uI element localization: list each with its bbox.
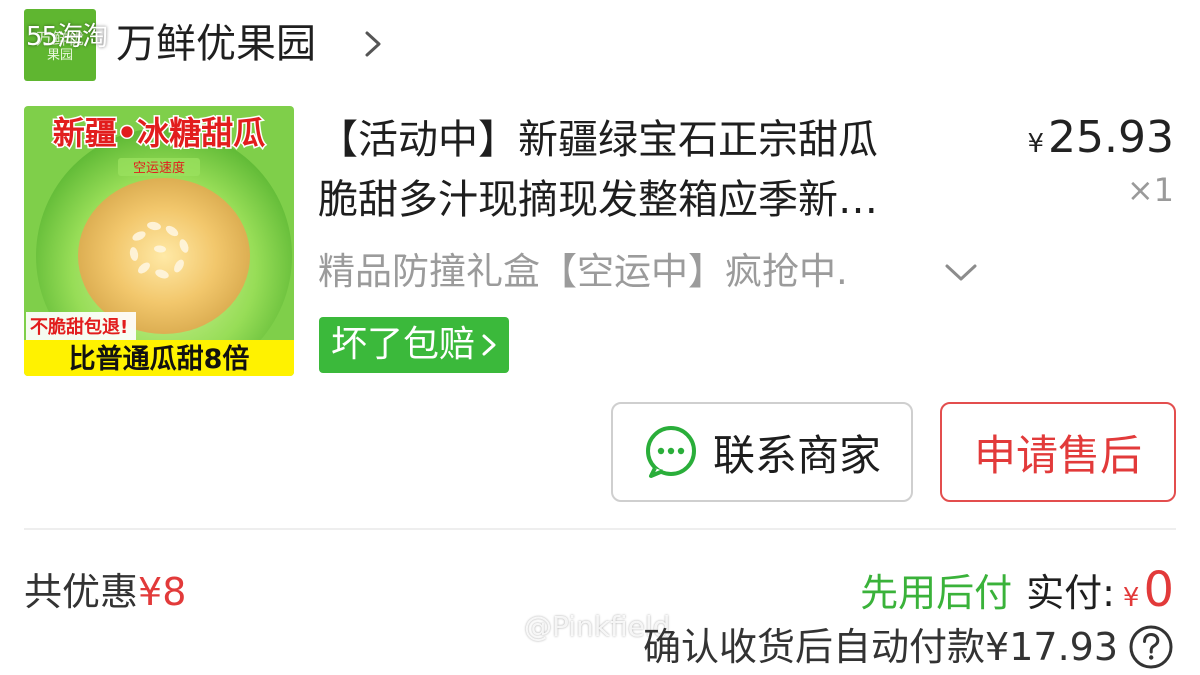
image-badge-text: 不脆甜包退!: [30, 316, 128, 338]
pay-later-label[interactable]: 先用后付: [860, 565, 1012, 621]
product-image[interactable]: 新疆•冰糖甜瓜 空运速度 不脆甜包退! 比普通瓜甜8倍: [24, 106, 294, 376]
guarantee-label: 坏了包赔: [331, 324, 476, 365]
product-spec[interactable]: 精品防撞礼盒【空运中】疯抢中.: [318, 246, 848, 298]
order-item-card: 万鲜优 果园 55海淘 万鲜优果园 新疆•冰糖甜瓜 空运速度 不脆甜包退! 比普…: [0, 0, 1200, 675]
image-banner-text: 新疆•冰糖甜瓜: [53, 114, 265, 152]
discount-amount: ¥8: [138, 570, 187, 614]
chevron-right-icon[interactable]: [362, 30, 384, 58]
product-title-line-2: 脆甜多汁现摘现发整箱应季新…: [318, 177, 878, 223]
divider: [24, 528, 1176, 530]
chat-bubble-icon: [645, 426, 696, 478]
product-quantity: ×1: [1126, 171, 1174, 209]
price-value: 25.93: [1048, 112, 1174, 163]
price-currency-symbol: ¥: [1027, 129, 1045, 159]
question-circle-icon[interactable]: [1128, 624, 1174, 670]
after-sales-button[interactable]: 申请售后: [940, 402, 1176, 502]
shop-name[interactable]: 万鲜优果园: [116, 18, 316, 70]
paid-currency-symbol: ¥: [1122, 583, 1140, 613]
image-bottom-text: 比普通瓜甜8倍: [69, 343, 250, 375]
chevron-right-icon: [482, 334, 496, 356]
chevron-down-icon[interactable]: [944, 262, 978, 284]
auto-pay-text: 确认收货后自动付款¥17.93: [643, 625, 1118, 669]
image-sub-text: 空运速度: [133, 160, 185, 176]
discount-label: 共优惠: [24, 570, 139, 614]
product-title-line-1: 【活动中】新疆绿宝石正宗甜瓜: [318, 117, 878, 163]
product-price: ¥25.93: [1027, 112, 1174, 170]
after-sales-label: 申请售后: [973, 430, 1142, 480]
watermark-top: 55海淘: [26, 22, 108, 52]
contact-seller-button[interactable]: 联系商家: [611, 402, 913, 502]
paid-amount: 0: [1143, 562, 1174, 618]
contact-seller-label: 联系商家: [712, 430, 881, 480]
paid-label: 实付:: [1026, 571, 1115, 615]
guarantee-tag[interactable]: 坏了包赔: [319, 317, 510, 373]
discount-summary: 共优惠¥8: [24, 568, 186, 616]
payment-line: 先用后付 实付: ¥ 0: [860, 562, 1174, 626]
product-title[interactable]: 【活动中】新疆绿宝石正宗甜瓜 脆甜多汁现摘现发整箱应季新…: [318, 110, 978, 230]
